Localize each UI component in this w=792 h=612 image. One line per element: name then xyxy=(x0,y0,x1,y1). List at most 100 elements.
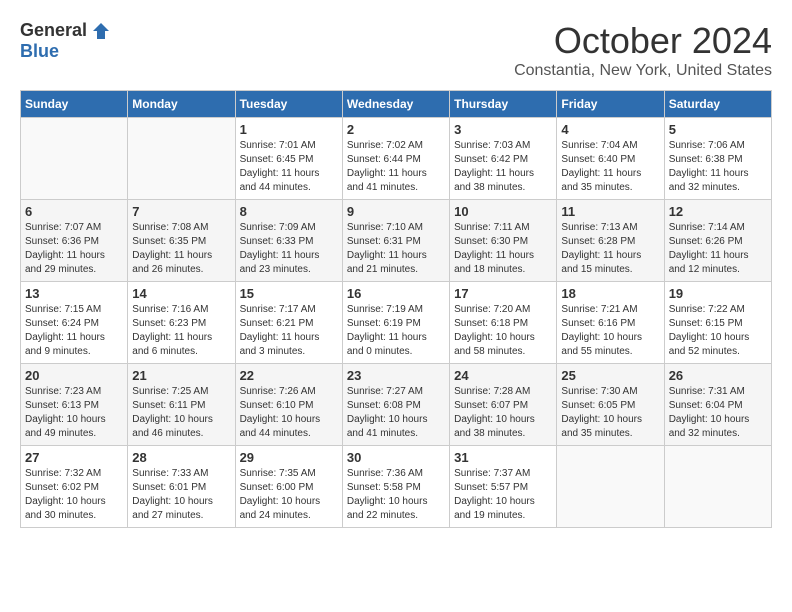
day-number: 16 xyxy=(347,286,445,301)
day-number: 19 xyxy=(669,286,767,301)
day-number: 21 xyxy=(132,368,230,383)
calendar-cell: 9Sunrise: 7:10 AM Sunset: 6:31 PM Daylig… xyxy=(342,200,449,282)
day-number: 12 xyxy=(669,204,767,219)
logo-blue: Blue xyxy=(20,41,59,61)
day-detail: Sunrise: 7:13 AM Sunset: 6:28 PM Dayligh… xyxy=(561,221,659,277)
calendar-cell: 29 Sunrise: 7:35 AM Sunset: 6:00 PM Dayli… xyxy=(235,446,342,528)
weekday-header-saturday: Saturday xyxy=(664,91,771,118)
day-number: 24 xyxy=(454,368,552,383)
calendar-cell: 5 Sunrise: 7:06 AM Sunset: 6:38 PM Daylig… xyxy=(664,118,771,200)
day-number: 26 xyxy=(669,368,767,383)
calendar-cell: 25Sunrise: 7:30 AM Sunset: 6:05 PM Dayli… xyxy=(557,364,664,446)
day-detail: Sunrise: 7:28 AM Sunset: 6:07 PM Dayligh… xyxy=(454,385,552,441)
calendar-week-5: 27 Sunrise: 7:32 AM Sunset: 6:02 PM Dayli… xyxy=(21,446,772,528)
day-detail: Sunrise: 7:22 AM Sunset: 6:15 PM Dayligh… xyxy=(669,303,767,359)
day-detail: Sunrise: 7:36 AM Sunset: 5:58 PM Dayligh… xyxy=(347,467,445,523)
calendar-cell: 7 Sunrise: 7:08 AM Sunset: 6:35 PM Daylig… xyxy=(128,200,235,282)
calendar-cell xyxy=(21,118,128,200)
day-detail: Sunrise: 7:03 AM Sunset: 6:42 PM Dayligh… xyxy=(454,139,552,195)
day-detail: Sunrise: 7:07 AM Sunset: 6:36 PM Dayligh… xyxy=(25,221,123,277)
calendar-cell: 4Sunrise: 7:04 AM Sunset: 6:40 PM Daylig… xyxy=(557,118,664,200)
day-number: 17 xyxy=(454,286,552,301)
day-number: 1 xyxy=(240,122,338,137)
calendar-cell xyxy=(664,446,771,528)
calendar-cell: 18Sunrise: 7:21 AM Sunset: 6:16 PM Dayli… xyxy=(557,282,664,364)
day-number: 27 xyxy=(25,450,123,465)
calendar-week-2: 6Sunrise: 7:07 AM Sunset: 6:36 PM Daylig… xyxy=(21,200,772,282)
day-number: 8 xyxy=(240,204,338,219)
calendar-table: SundayMondayTuesdayWednesdayThursdayFrid… xyxy=(20,90,772,528)
calendar-cell: 12 Sunrise: 7:14 AM Sunset: 6:26 PM Dayli… xyxy=(664,200,771,282)
calendar-cell xyxy=(128,118,235,200)
day-number: 2 xyxy=(347,122,445,137)
calendar-cell: 1 Sunrise: 7:01 AM Sunset: 6:45 PM Daylig… xyxy=(235,118,342,200)
calendar-cell: 16 Sunrise: 7:19 AM Sunset: 6:19 PM Dayli… xyxy=(342,282,449,364)
day-number: 23 xyxy=(347,368,445,383)
day-number: 30 xyxy=(347,450,445,465)
weekday-header-wednesday: Wednesday xyxy=(342,91,449,118)
calendar-cell: 28 Sunrise: 7:33 AM Sunset: 6:01 PM Dayli… xyxy=(128,446,235,528)
calendar-cell: 14Sunrise: 7:16 AM Sunset: 6:23 PM Dayli… xyxy=(128,282,235,364)
calendar-cell: 6Sunrise: 7:07 AM Sunset: 6:36 PM Daylig… xyxy=(21,200,128,282)
day-detail: Sunrise: 7:19 AM Sunset: 6:19 PM Dayligh… xyxy=(347,303,445,359)
weekday-header-friday: Friday xyxy=(557,91,664,118)
weekday-header-monday: Monday xyxy=(128,91,235,118)
calendar-week-1: 1 Sunrise: 7:01 AM Sunset: 6:45 PM Daylig… xyxy=(21,118,772,200)
calendar-cell: 31 Sunrise: 7:37 AM Sunset: 5:57 PM Dayli… xyxy=(450,446,557,528)
calendar-cell: 26 Sunrise: 7:31 AM Sunset: 6:04 PM Dayli… xyxy=(664,364,771,446)
calendar-cell: 15 Sunrise: 7:17 AM Sunset: 6:21 PM Dayli… xyxy=(235,282,342,364)
day-number: 11 xyxy=(561,204,659,219)
weekday-header-sunday: Sunday xyxy=(21,91,128,118)
day-number: 7 xyxy=(132,204,230,219)
day-detail: Sunrise: 7:32 AM Sunset: 6:02 PM Dayligh… xyxy=(25,467,123,523)
day-detail: Sunrise: 7:14 AM Sunset: 6:26 PM Dayligh… xyxy=(669,221,767,277)
calendar-cell: 21 Sunrise: 7:25 AM Sunset: 6:11 PM Dayli… xyxy=(128,364,235,446)
calendar-cell: 3 Sunrise: 7:03 AM Sunset: 6:42 PM Daylig… xyxy=(450,118,557,200)
calendar-cell: 8 Sunrise: 7:09 AM Sunset: 6:33 PM Daylig… xyxy=(235,200,342,282)
logo: General Blue xyxy=(20,20,111,62)
calendar-cell: 11 Sunrise: 7:13 AM Sunset: 6:28 PM Dayli… xyxy=(557,200,664,282)
day-detail: Sunrise: 7:35 AM Sunset: 6:00 PM Dayligh… xyxy=(240,467,338,523)
day-detail: Sunrise: 7:06 AM Sunset: 6:38 PM Dayligh… xyxy=(669,139,767,195)
day-detail: Sunrise: 7:27 AM Sunset: 6:08 PM Dayligh… xyxy=(347,385,445,441)
calendar-cell: 10Sunrise: 7:11 AM Sunset: 6:30 PM Dayli… xyxy=(450,200,557,282)
day-detail: Sunrise: 7:31 AM Sunset: 6:04 PM Dayligh… xyxy=(669,385,767,441)
day-detail: Sunrise: 7:20 AM Sunset: 6:18 PM Dayligh… xyxy=(454,303,552,359)
calendar-week-3: 13 Sunrise: 7:15 AM Sunset: 6:24 PM Dayli… xyxy=(21,282,772,364)
calendar-cell: 24 Sunrise: 7:28 AM Sunset: 6:07 PM Dayli… xyxy=(450,364,557,446)
day-number: 5 xyxy=(669,122,767,137)
day-detail: Sunrise: 7:10 AM Sunset: 6:31 PM Dayligh… xyxy=(347,221,445,277)
day-number: 29 xyxy=(240,450,338,465)
day-number: 28 xyxy=(132,450,230,465)
calendar-cell: 30 Sunrise: 7:36 AM Sunset: 5:58 PM Dayli… xyxy=(342,446,449,528)
day-number: 3 xyxy=(454,122,552,137)
title-area: October 2024 Constantia, New York, Unite… xyxy=(514,20,772,80)
day-number: 31 xyxy=(454,450,552,465)
day-number: 14 xyxy=(132,286,230,301)
calendar-cell: 27 Sunrise: 7:32 AM Sunset: 6:02 PM Dayli… xyxy=(21,446,128,528)
day-number: 15 xyxy=(240,286,338,301)
weekday-header-row: SundayMondayTuesdayWednesdayThursdayFrid… xyxy=(21,91,772,118)
day-detail: Sunrise: 7:15 AM Sunset: 6:24 PM Dayligh… xyxy=(25,303,123,359)
day-detail: Sunrise: 7:25 AM Sunset: 6:11 PM Dayligh… xyxy=(132,385,230,441)
calendar-cell: 22Sunrise: 7:26 AM Sunset: 6:10 PM Dayli… xyxy=(235,364,342,446)
calendar-cell: 13 Sunrise: 7:15 AM Sunset: 6:24 PM Dayli… xyxy=(21,282,128,364)
day-detail: Sunrise: 7:08 AM Sunset: 6:35 PM Dayligh… xyxy=(132,221,230,277)
month-title: October 2024 xyxy=(514,20,772,62)
day-detail: Sunrise: 7:17 AM Sunset: 6:21 PM Dayligh… xyxy=(240,303,338,359)
day-detail: Sunrise: 7:23 AM Sunset: 6:13 PM Dayligh… xyxy=(25,385,123,441)
day-detail: Sunrise: 7:26 AM Sunset: 6:10 PM Dayligh… xyxy=(240,385,338,441)
calendar-cell: 2 Sunrise: 7:02 AM Sunset: 6:44 PM Daylig… xyxy=(342,118,449,200)
day-detail: Sunrise: 7:01 AM Sunset: 6:45 PM Dayligh… xyxy=(240,139,338,195)
page-header: General Blue October 2024 Constantia, Ne… xyxy=(20,20,772,80)
day-number: 13 xyxy=(25,286,123,301)
calendar-cell: 19 Sunrise: 7:22 AM Sunset: 6:15 PM Dayli… xyxy=(664,282,771,364)
day-detail: Sunrise: 7:33 AM Sunset: 6:01 PM Dayligh… xyxy=(132,467,230,523)
day-detail: Sunrise: 7:02 AM Sunset: 6:44 PM Dayligh… xyxy=(347,139,445,195)
calendar-cell: 17 Sunrise: 7:20 AM Sunset: 6:18 PM Dayli… xyxy=(450,282,557,364)
weekday-header-thursday: Thursday xyxy=(450,91,557,118)
day-number: 25 xyxy=(561,368,659,383)
day-detail: Sunrise: 7:37 AM Sunset: 5:57 PM Dayligh… xyxy=(454,467,552,523)
day-detail: Sunrise: 7:09 AM Sunset: 6:33 PM Dayligh… xyxy=(240,221,338,277)
day-number: 20 xyxy=(25,368,123,383)
